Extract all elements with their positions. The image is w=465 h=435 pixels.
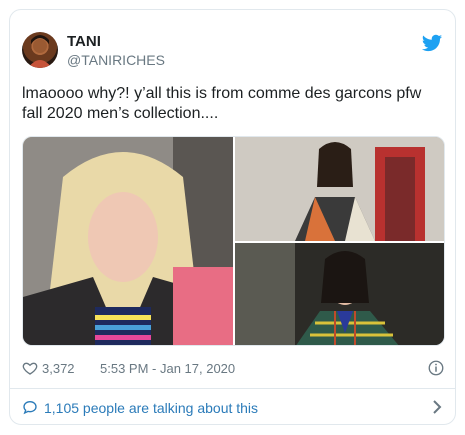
info-icon[interactable] [427, 359, 445, 377]
tweet-meta: 3,372 5:53 PM - Jan 17, 2020 [22, 359, 445, 379]
talking-count-text[interactable]: 1,105 people are talking about this [44, 400, 258, 416]
runway-model-plaid-photo [235, 243, 444, 345]
tweet-text-line-1: lmaoooo why?! y’all this is from comme d… [22, 85, 422, 102]
speech-bubble-icon [23, 400, 37, 415]
twitter-bird-icon[interactable] [421, 32, 443, 54]
divider [10, 388, 455, 389]
tweet-timestamp[interactable]: 5:53 PM - Jan 17, 2020 [100, 361, 235, 376]
tweet-text-line-2: fall 2020 men’s collection.... [22, 105, 219, 122]
media-photo-1[interactable] [23, 137, 233, 345]
like-count[interactable]: 3,372 [42, 361, 75, 376]
chevron-right-icon[interactable] [429, 398, 445, 416]
runway-model-braids-photo [23, 137, 233, 345]
media-photo-3[interactable] [235, 243, 444, 345]
heart-icon[interactable] [22, 360, 38, 376]
media-grid [22, 136, 445, 346]
avatar-portrait [28, 35, 52, 68]
user-name[interactable]: TANI [67, 33, 101, 50]
tweet-card: TANI @TANIRICHES lmaoooo why?! y’all thi… [9, 9, 456, 425]
conversation-link[interactable]: 1,105 people are talking about this [22, 398, 445, 418]
runway-model-patchwork-photo [235, 137, 444, 241]
tweet-text: lmaoooo why?! y’all this is from comme d… [22, 84, 442, 124]
avatar[interactable] [22, 32, 58, 68]
media-photo-2[interactable] [235, 137, 444, 241]
user-handle[interactable]: @TANIRICHES [67, 52, 165, 68]
